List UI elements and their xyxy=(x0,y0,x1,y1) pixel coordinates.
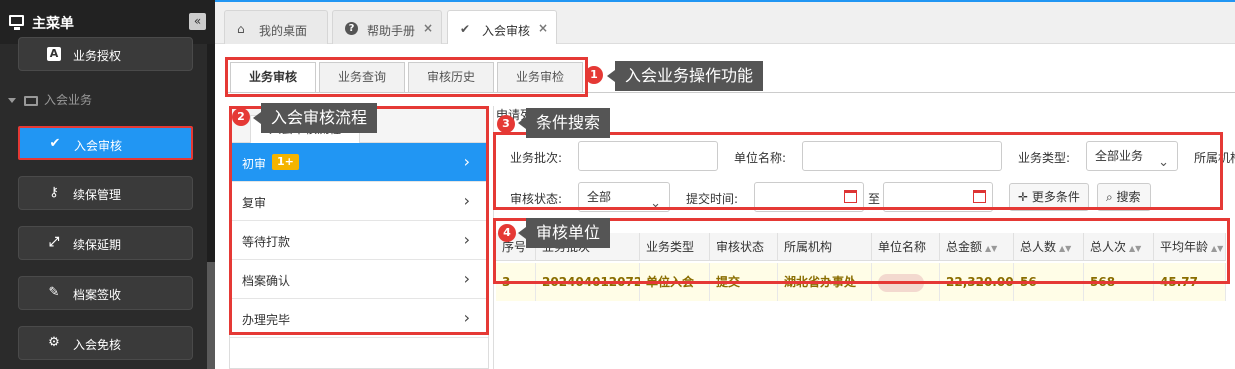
sidebar-item-label: 续保管理 xyxy=(73,188,122,202)
tab-label: 我的桌面 xyxy=(259,24,308,38)
sidebar-item-membership-review[interactable]: ✔ 入会审核 xyxy=(18,126,193,160)
close-icon[interactable]: × xyxy=(423,21,433,35)
close-icon[interactable]: × xyxy=(538,21,548,35)
tab-membership-review[interactable]: ✔ 入会审核 × xyxy=(447,10,557,47)
gear-icon: ⚙ xyxy=(48,335,60,350)
highlight-box-2 xyxy=(229,106,489,335)
sidebar-item-renewal-extension[interactable]: ⤢ 续保延期 xyxy=(18,226,193,260)
monitor-icon xyxy=(9,15,24,30)
help-icon: ? xyxy=(345,22,358,35)
caret-down-icon xyxy=(8,98,16,103)
callout-label-4: 审核单位 xyxy=(517,218,611,248)
home-icon: ⌂ xyxy=(237,22,245,36)
callout-number-2: 2 xyxy=(232,108,250,126)
tab-label: 入会审核 xyxy=(482,24,531,38)
tab-my-desktop[interactable]: ⌂ 我的桌面 xyxy=(224,10,328,46)
sidebar-item-renewal-management[interactable]: ⚷ 续保管理 xyxy=(18,176,193,210)
pencil-icon: ✎ xyxy=(48,285,60,300)
sidebar-item-label: 续保延期 xyxy=(73,238,122,252)
highlight-box-3 xyxy=(493,132,1223,210)
content-area: 业务审核 业务查询 审核历史 业务审检 1 入会业务操作功能 入会审核流程 初审… xyxy=(215,44,1235,369)
top-tab-bar: ⌂ 我的桌面 ? 帮助手册 × ✔ 入会审核 × xyxy=(215,0,1235,47)
callout-number-1: 1 xyxy=(585,66,603,84)
collapse-icon[interactable]: « xyxy=(189,13,206,30)
tab-label: 帮助手册 xyxy=(367,24,416,38)
callout-number-3: 3 xyxy=(497,115,515,133)
sidebar-item-label: 入会审核 xyxy=(74,139,123,153)
sidebar-item-label: 入会免核 xyxy=(73,338,122,352)
sidebar-item-label: 档案签收 xyxy=(73,288,122,302)
sidebar-item-membership-exempt[interactable]: ⚙ 入会免核 xyxy=(18,326,193,360)
auth-icon: A xyxy=(47,47,61,61)
callout-label-2: 入会审核流程 xyxy=(252,103,378,133)
callout-label-1: 入会业务操作功能 xyxy=(606,61,764,91)
sidebar-scrollbar-thumb[interactable] xyxy=(207,262,215,369)
callout-number-4: 4 xyxy=(498,224,516,242)
highlight-box-1 xyxy=(225,57,588,97)
sidebar-group-label: 入会业务 xyxy=(44,93,93,107)
check-icon: ✔ xyxy=(49,136,61,151)
check-icon: ✔ xyxy=(460,22,471,36)
sidebar-item-archive-receipt[interactable]: ✎ 档案签收 xyxy=(18,276,193,310)
key-icon: ⚷ xyxy=(49,185,59,200)
sidebar: 主菜单 « A 业务授权 入会业务 ✔ 入会审核 ⚷ 续保管理 ⤢ 续保延期 ✎… xyxy=(0,0,215,369)
sidebar-item-label: 业务授权 xyxy=(73,49,122,63)
folder-open-icon xyxy=(24,95,38,106)
tab-help-manual[interactable]: ? 帮助手册 × xyxy=(332,10,442,46)
callout-label-3: 条件搜索 xyxy=(517,108,611,138)
sidebar-title: 主菜单 xyxy=(32,16,74,32)
expand-icon: ⤢ xyxy=(48,235,60,250)
sidebar-group-membership[interactable]: 入会业务 xyxy=(8,91,92,108)
sidebar-item-business-auth[interactable]: A 业务授权 xyxy=(18,37,193,71)
